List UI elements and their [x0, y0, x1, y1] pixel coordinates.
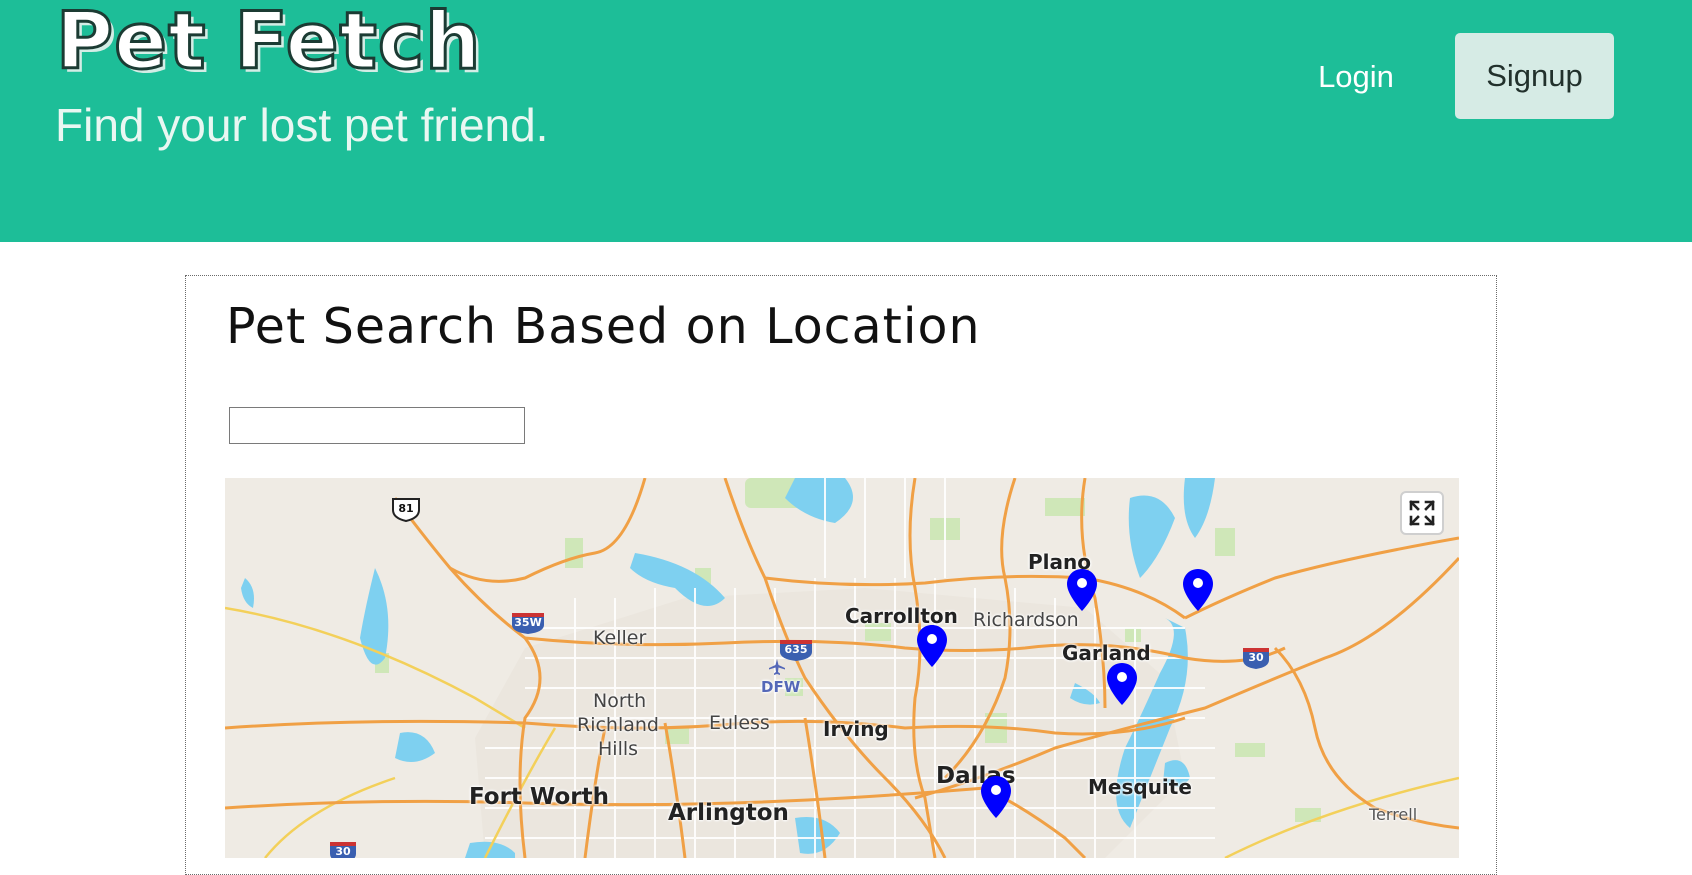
brand-tagline: Find your lost pet friend.	[55, 99, 549, 151]
brand-title: Pet Fetch	[55, 0, 483, 89]
map-tiles[interactable]	[225, 478, 1459, 858]
city-label-arlington: Arlington	[668, 800, 789, 826]
expand-icon	[1408, 499, 1436, 527]
city-label-irving: Irving	[823, 717, 889, 741]
pet-search-card: Pet Search Based on Location 81 35W 635 …	[185, 275, 1497, 875]
airport-icon	[768, 658, 786, 676]
city-label-euless: Euless	[709, 712, 770, 734]
i-35w-shield: 35W	[510, 611, 546, 635]
city-label-keller: Keller	[593, 627, 647, 649]
fullscreen-button[interactable]	[1400, 491, 1444, 535]
location-search-input[interactable]	[229, 407, 525, 444]
i-30-west-shield: 30	[328, 840, 358, 858]
i-30-east-shield: 30	[1241, 646, 1271, 670]
city-label-mesquite: Mesquite	[1088, 775, 1192, 799]
site-header: Pet Fetch Find your lost pet friend. Log…	[0, 0, 1692, 242]
city-label-north-richland-2: Richland	[577, 714, 659, 736]
pet-location-pin[interactable]	[1106, 662, 1138, 706]
city-label-north-richland-1: North	[593, 690, 647, 712]
pet-location-pin[interactable]	[1066, 568, 1098, 612]
city-label-richardson: Richardson	[973, 609, 1079, 631]
pet-location-pin[interactable]	[1182, 568, 1214, 612]
map-view[interactable]: 81 35W 635 30 30 DFW Plano Carrollton Ri…	[225, 478, 1459, 858]
search-heading: Pet Search Based on Location	[226, 298, 981, 355]
login-link[interactable]: Login	[1300, 51, 1412, 103]
us-81-shield: 81	[390, 496, 422, 522]
city-label-terrell: Terrell	[1369, 805, 1418, 824]
city-label-fort-worth: Fort Worth	[469, 784, 609, 810]
pet-location-pin[interactable]	[980, 775, 1012, 819]
signup-button[interactable]: Signup	[1455, 33, 1614, 119]
city-label-north-richland-3: Hills	[598, 738, 639, 760]
city-label-dfw: DFW	[761, 678, 801, 696]
pet-location-pin[interactable]	[916, 624, 948, 668]
